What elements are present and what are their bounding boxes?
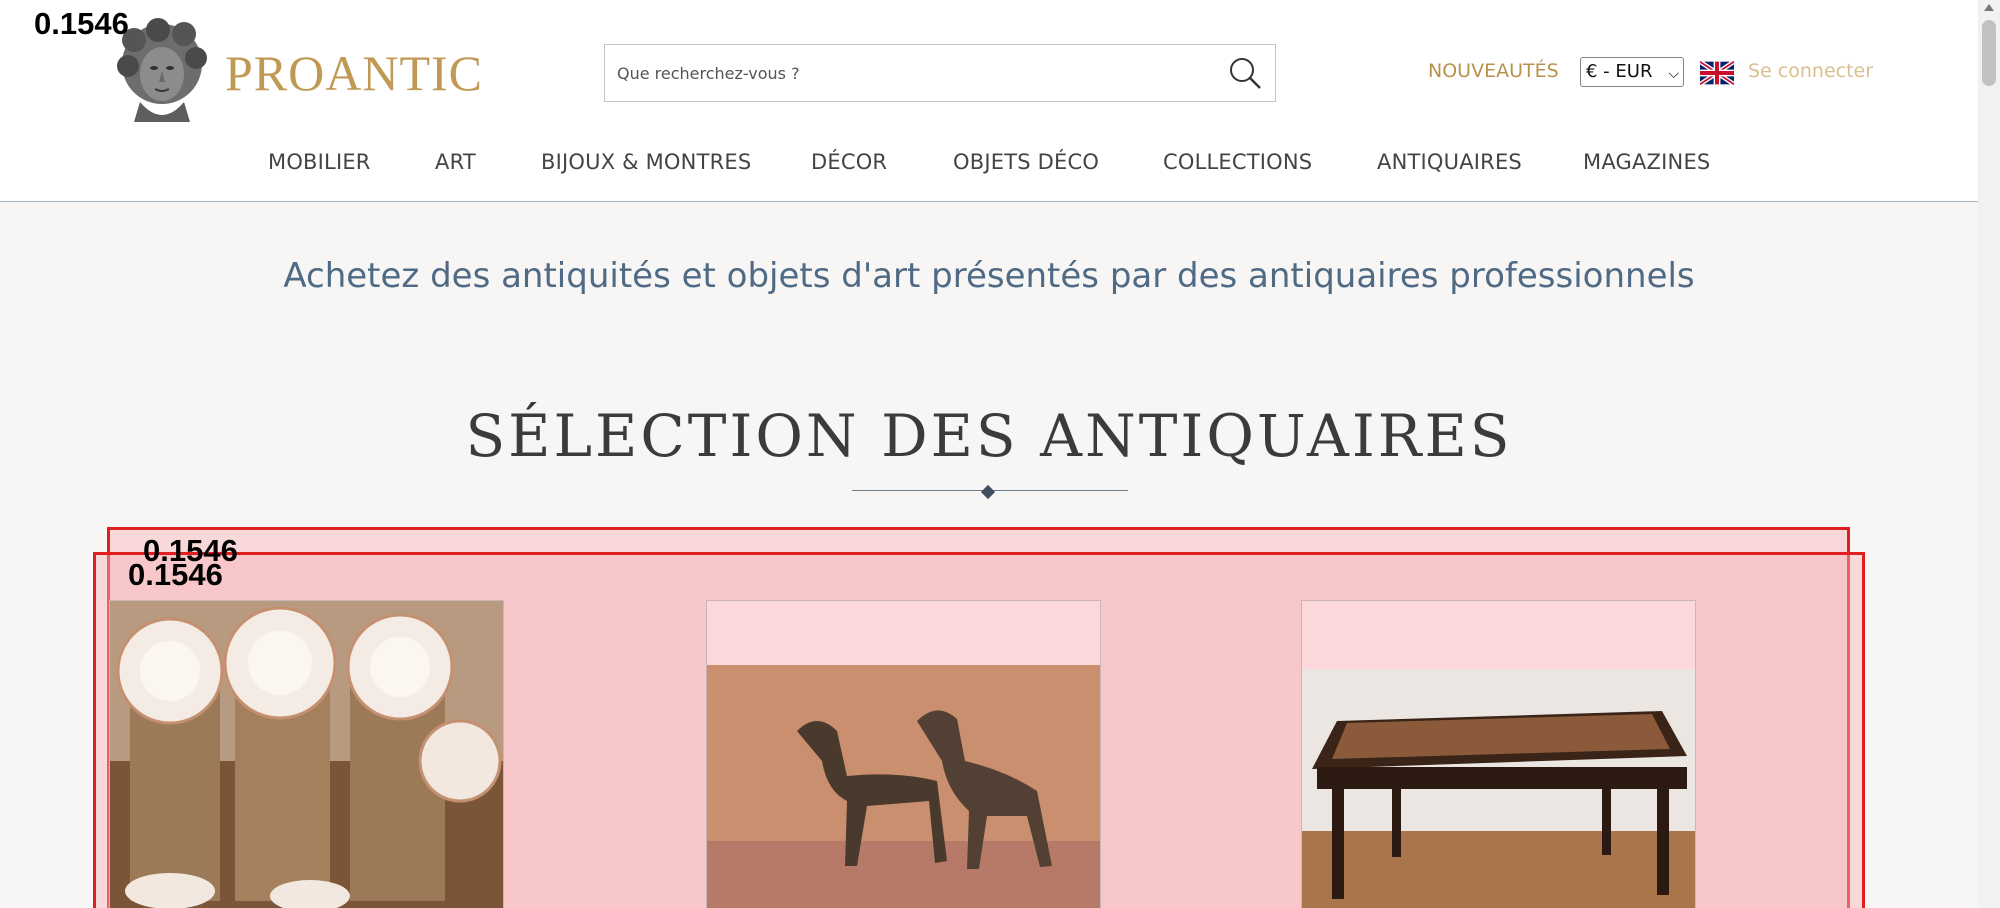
search-bar (604, 44, 1276, 102)
currency-value: € - EUR (1586, 61, 1653, 82)
product-card-porcelain[interactable] (109, 600, 504, 908)
nav-item-objets-deco[interactable]: OBJETS DÉCO (953, 150, 1099, 174)
login-link[interactable]: Se connecter (1748, 60, 1873, 82)
porcelain-plates-photo (110, 601, 503, 908)
brand-logo-text[interactable]: PROANTIC (225, 44, 483, 102)
main-nav: MOBILIER ART BIJOUX & MONTRES DÉCOR OBJE… (0, 150, 1978, 180)
confidence-score-label: 0.1546 (34, 6, 129, 41)
page-scrollbar[interactable] (1978, 0, 2000, 908)
nav-item-collections[interactable]: COLLECTIONS (1163, 150, 1312, 174)
new-arrivals-link[interactable]: NOUVEAUTÉS (1428, 60, 1559, 82)
nav-item-decor[interactable]: DÉCOR (811, 150, 887, 174)
uk-flag-icon[interactable] (1698, 59, 1736, 87)
site-header: PROANTIC NOUVEAUTÉS € - EUR ⌵ Se connect… (0, 0, 1978, 202)
product-card-greyhounds[interactable] (706, 600, 1101, 908)
scrollbar-thumb[interactable] (1982, 20, 1996, 86)
nav-item-art[interactable]: ART (435, 150, 476, 174)
product-card-desk[interactable] (1301, 600, 1696, 908)
nav-item-bijoux-montres[interactable]: BIJOUX & MONTRES (541, 150, 751, 174)
page-tagline: Achetez des antiquités et objets d'art p… (283, 256, 1695, 296)
currency-select[interactable]: € - EUR ⌵ (1580, 57, 1684, 87)
section-title: SÉLECTION DES ANTIQUAIRES (465, 402, 1513, 470)
nav-item-antiquaires[interactable]: ANTIQUAIRES (1377, 150, 1522, 174)
scroll-up-arrow-icon[interactable] (1984, 4, 1994, 11)
diamond-icon (980, 484, 996, 500)
bronze-greyhounds-photo (707, 601, 1100, 908)
search-input[interactable] (605, 45, 1205, 101)
chevron-down-icon: ⌵ (1668, 66, 1679, 82)
confidence-score-label: 0.1546 (128, 557, 223, 592)
nav-item-magazines[interactable]: MAGAZINES (1583, 150, 1710, 174)
nav-item-mobilier[interactable]: MOBILIER (268, 150, 371, 174)
search-icon[interactable] (1227, 55, 1263, 91)
writing-desk-photo (1302, 601, 1695, 908)
